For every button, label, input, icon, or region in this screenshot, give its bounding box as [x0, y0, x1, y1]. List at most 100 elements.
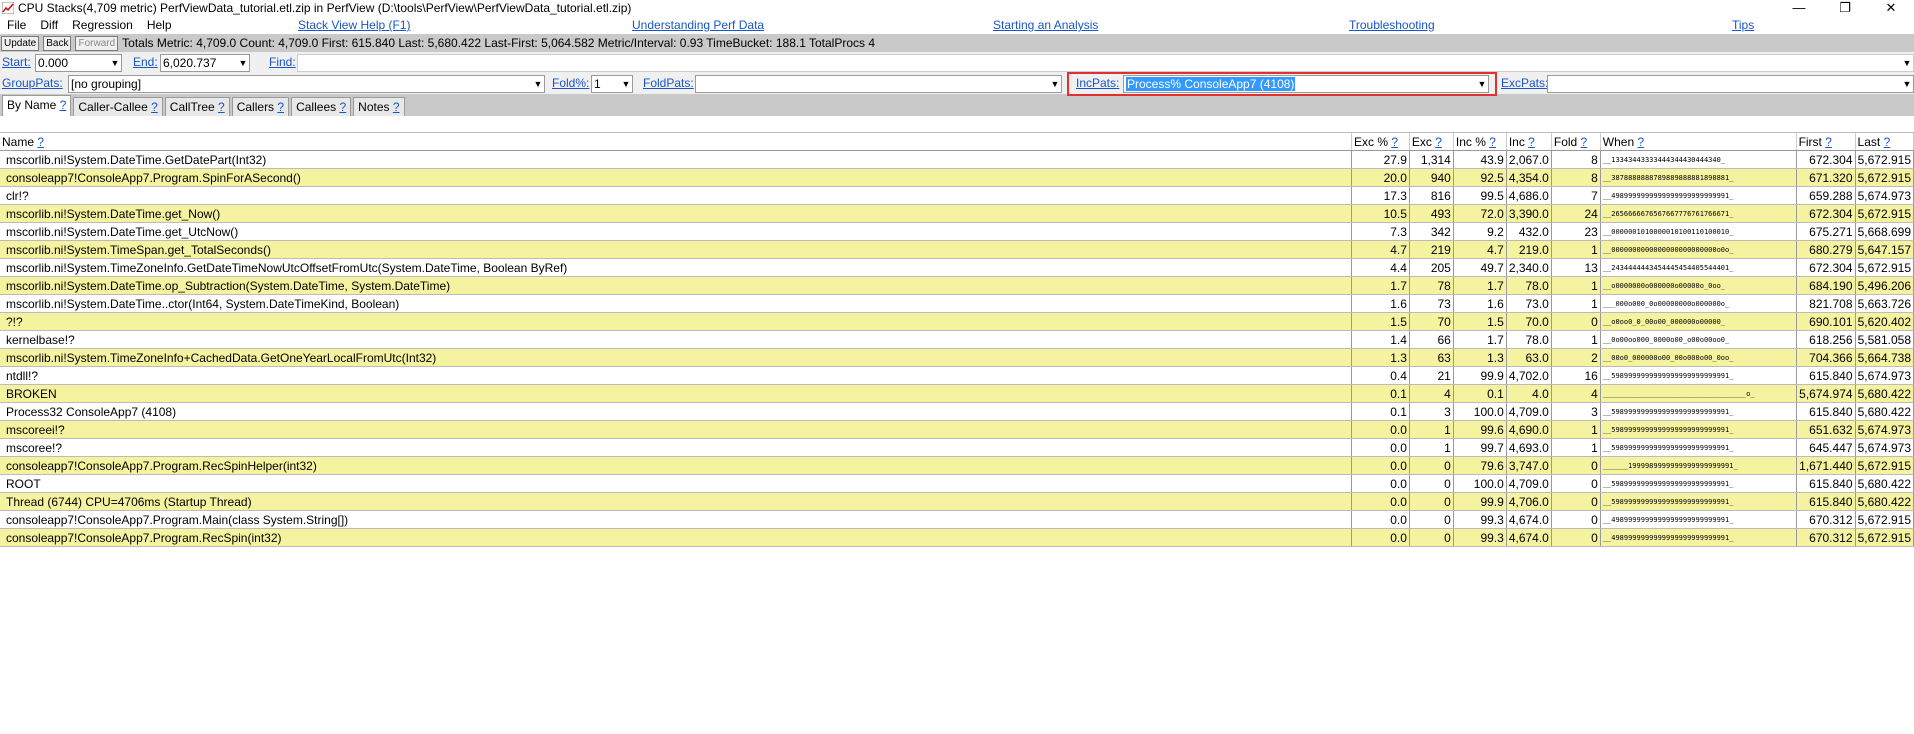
cell-exc[interactable]: 78 [1409, 276, 1454, 295]
cell-when[interactable]: __5989999999999999999999999991_ [1600, 438, 1797, 457]
cell-last[interactable]: 5,680.422 [1855, 492, 1914, 511]
help-link[interactable]: ? [1489, 135, 1496, 149]
chevron-down-icon[interactable]: ▼ [109, 58, 121, 68]
cell-name[interactable]: mscorlib.ni!System.DateTime.op_Subtracti… [0, 276, 1352, 295]
cell-when[interactable]: __4989999999999999999999999991_ [1600, 510, 1797, 529]
fold-percent-combo[interactable]: 1 ▼ [591, 75, 633, 93]
cell-fold[interactable]: 1 [1551, 420, 1601, 439]
cell-fold[interactable]: 1 [1551, 438, 1601, 457]
end-combo[interactable]: 6,020.737 ▼ [160, 54, 250, 72]
cell-exc[interactable]: 1 [1409, 420, 1454, 439]
cell-fold[interactable]: 0 [1551, 474, 1601, 493]
cell-fold[interactable]: 1 [1551, 276, 1601, 295]
cell-inc-pct[interactable]: 1.3 [1453, 348, 1507, 367]
cell-exc[interactable]: 205 [1409, 258, 1454, 277]
cell-exc[interactable]: 0 [1409, 474, 1454, 493]
start-label[interactable]: Start: [2, 55, 31, 69]
cell-exc[interactable]: 0 [1409, 456, 1454, 475]
cell-fold[interactable]: 1 [1551, 294, 1601, 313]
cell-fold[interactable]: 7 [1551, 186, 1601, 205]
cell-last[interactable]: 5,620.402 [1855, 312, 1914, 331]
cell-name[interactable]: ?!? [0, 312, 1352, 331]
cell-inc[interactable]: 4,354.0 [1506, 168, 1552, 187]
help-link[interactable]: ? [1435, 135, 1442, 149]
cell-inc[interactable]: 3,390.0 [1506, 204, 1552, 223]
cell-when[interactable]: ______1999989999999999999999991_ [1600, 456, 1797, 475]
chevron-down-icon[interactable]: ▼ [1901, 79, 1913, 89]
cell-last[interactable]: 5,674.973 [1855, 366, 1914, 385]
cell-last[interactable]: 5,680.422 [1855, 402, 1914, 421]
excpats-label[interactable]: ExcPats: [1501, 76, 1548, 90]
cell-inc-pct[interactable]: 9.2 [1453, 222, 1507, 241]
cell-when[interactable]: __0o00oo000_0000o00_o00o00oo0_ [1600, 330, 1797, 349]
cell-fold[interactable]: 13 [1551, 258, 1601, 277]
cell-when[interactable]: __0000001010000010100110100010_ [1600, 222, 1797, 241]
tab-callers[interactable]: Callers ? [231, 97, 290, 116]
cell-fold[interactable]: 16 [1551, 366, 1601, 385]
cell-exc-pct[interactable]: 0.0 [1351, 492, 1410, 511]
cell-fold[interactable]: 0 [1551, 492, 1601, 511]
cell-when[interactable]: __4989999999999999999999999991_ [1600, 528, 1797, 547]
cell-first[interactable]: 684.190 [1796, 276, 1856, 295]
cell-exc-pct[interactable]: 7.3 [1351, 222, 1410, 241]
cell-exc-pct[interactable]: 0.0 [1351, 474, 1410, 493]
table-row[interactable]: consoleapp7!ConsoleApp7.Program.RecSpin(… [0, 528, 1914, 547]
cell-first[interactable]: 615.840 [1796, 492, 1856, 511]
close-icon[interactable]: ✕ [1868, 1, 1914, 15]
cell-inc-pct[interactable]: 99.5 [1453, 186, 1507, 205]
menu-help[interactable]: Help [140, 18, 179, 32]
cell-when[interactable]: __4989999999999999999999999991_ [1600, 186, 1797, 205]
cell-first[interactable]: 821.708 [1796, 294, 1856, 313]
cell-name[interactable]: consoleapp7!ConsoleApp7.Program.Main(cla… [0, 510, 1352, 529]
chevron-down-icon[interactable]: ▼ [1049, 79, 1061, 89]
cell-inc[interactable]: 78.0 [1506, 276, 1552, 295]
col-first[interactable]: First ? [1796, 133, 1856, 151]
cell-exc-pct[interactable]: 0.0 [1351, 420, 1410, 439]
cell-fold[interactable]: 8 [1551, 168, 1601, 187]
cell-inc[interactable]: 73.0 [1506, 294, 1552, 313]
col-inc[interactable]: Inc ? [1506, 133, 1552, 151]
cell-fold[interactable]: 0 [1551, 312, 1601, 331]
chevron-down-icon[interactable]: ▼ [237, 58, 249, 68]
cell-last[interactable]: 5,672.915 [1855, 528, 1914, 547]
cell-inc-pct[interactable]: 1.5 [1453, 312, 1507, 331]
cell-last[interactable]: 5,680.422 [1855, 384, 1914, 403]
cell-exc-pct[interactable]: 1.6 [1351, 294, 1410, 313]
cell-name[interactable]: consoleapp7!ConsoleApp7.Program.RecSpin(… [0, 528, 1352, 547]
help-link[interactable]: ? [339, 100, 346, 114]
cell-first[interactable]: 1,671.440 [1796, 456, 1856, 475]
cell-first[interactable]: 675.271 [1796, 222, 1856, 241]
help-link[interactable]: ? [1391, 135, 1398, 149]
cell-last[interactable]: 5,674.973 [1855, 186, 1914, 205]
chevron-down-icon[interactable]: ▼ [532, 79, 544, 89]
cell-name[interactable]: ntdll!? [0, 366, 1352, 385]
menu-diff[interactable]: Diff [33, 18, 65, 32]
col-last[interactable]: Last ? [1855, 133, 1914, 151]
table-row[interactable]: consoleapp7!ConsoleApp7.Program.Main(cla… [0, 510, 1914, 529]
cell-exc[interactable]: 816 [1409, 186, 1454, 205]
cell-name[interactable]: Process32 ConsoleApp7 (4108) [0, 402, 1352, 421]
menu-file[interactable]: File [0, 18, 33, 32]
cell-exc-pct[interactable]: 4.7 [1351, 240, 1410, 259]
end-label[interactable]: End: [133, 55, 158, 69]
troubleshooting-link[interactable]: Troubleshooting [1349, 18, 1435, 32]
col-inc-pct[interactable]: Inc % ? [1453, 133, 1507, 151]
cell-name[interactable]: BROKEN [0, 384, 1352, 403]
help-link[interactable]: ? [60, 98, 67, 112]
cell-exc[interactable]: 3 [1409, 402, 1454, 421]
foldpats-combo[interactable]: ▼ [695, 75, 1062, 93]
cell-inc[interactable]: 4,690.0 [1506, 420, 1552, 439]
excpats-combo[interactable]: ▼ [1547, 75, 1914, 93]
help-link[interactable]: ? [277, 100, 284, 114]
cell-name[interactable]: mscoreei!? [0, 420, 1352, 439]
table-row[interactable]: mscorlib.ni!System.TimeZoneInfo+CachedDa… [0, 348, 1914, 367]
cell-exc[interactable]: 21 [1409, 366, 1454, 385]
chevron-down-icon[interactable]: ▼ [1901, 58, 1913, 68]
cell-exc[interactable]: 66 [1409, 330, 1454, 349]
cell-inc-pct[interactable]: 92.5 [1453, 168, 1507, 187]
tab-by-name[interactable]: By Name ? [2, 95, 72, 116]
cell-inc-pct[interactable]: 99.7 [1453, 438, 1507, 457]
cell-last[interactable]: 5,647.157 [1855, 240, 1914, 259]
cell-exc-pct[interactable]: 1.4 [1351, 330, 1410, 349]
cell-last[interactable]: 5,496.206 [1855, 276, 1914, 295]
